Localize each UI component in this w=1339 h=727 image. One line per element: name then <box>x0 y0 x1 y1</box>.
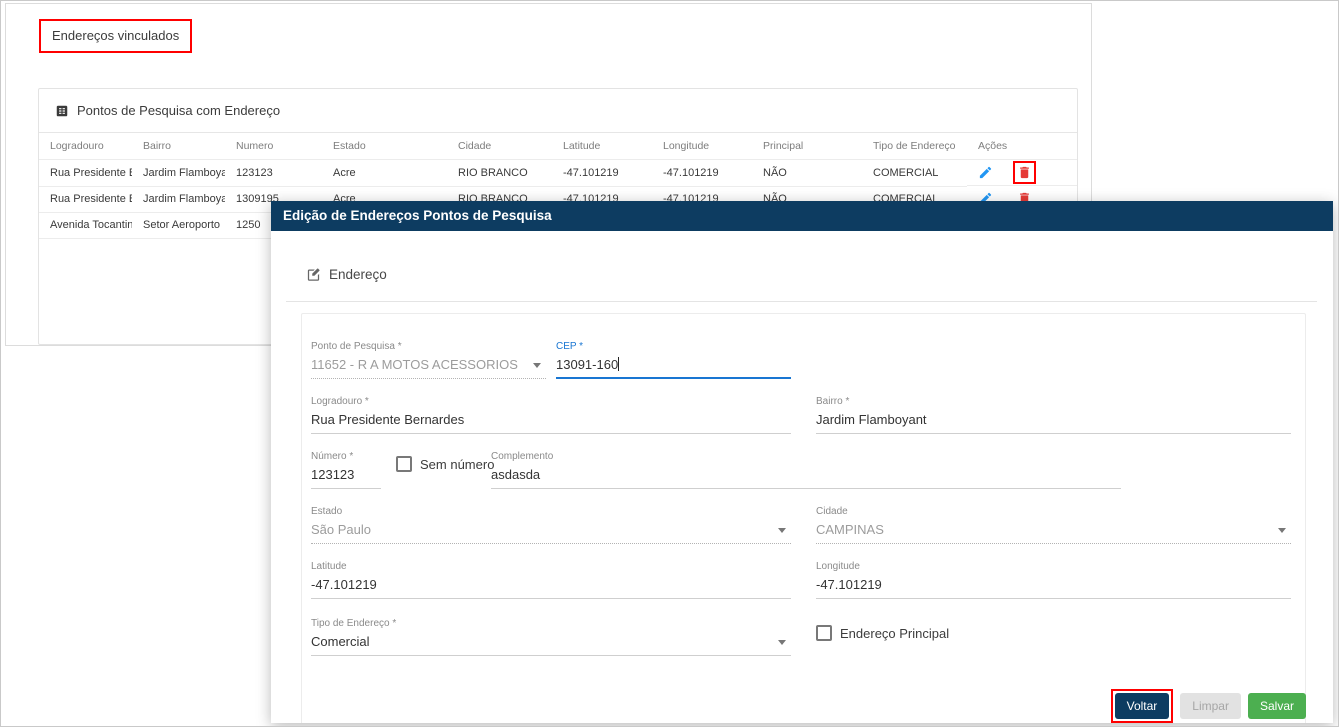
col-principal: Principal <box>752 133 862 160</box>
col-longitude: Longitude <box>652 133 752 160</box>
cell-logradouro: Rua Presidente Bernardes <box>39 186 132 212</box>
edit-address-modal: Edição de Endereços Pontos de Pesquisa E… <box>271 201 1333 723</box>
chevron-down-icon <box>533 363 541 368</box>
longitude-input[interactable]: Longitude -47.101219 <box>816 561 1291 599</box>
salvar-button[interactable]: Salvar <box>1248 693 1306 719</box>
card-title: Pontos de Pesquisa com Endereço <box>77 103 280 118</box>
cell-principal: NÃO <box>752 160 862 187</box>
cell-bairro: Setor Aeroporto <box>132 212 225 238</box>
page-title: Endereços vinculados <box>52 28 179 43</box>
bairro-input[interactable]: Bairro * Jardim Flamboyant <box>816 396 1291 434</box>
field-label: Estado <box>311 506 791 518</box>
list-icon <box>55 104 69 118</box>
field-label: Logradouro * <box>311 396 791 408</box>
field-value: CAMPINAS <box>816 521 1291 538</box>
cell-acoes <box>967 160 1077 186</box>
col-acoes: Ações <box>967 133 1077 160</box>
latitude-input[interactable]: Latitude -47.101219 <box>311 561 791 599</box>
field-value: Comercial <box>311 633 791 650</box>
tipo-endereco-select[interactable]: Tipo de Endereço * Comercial <box>311 618 791 656</box>
annotation-box-page-title: Endereços vinculados <box>39 19 192 53</box>
estado-select[interactable]: Estado São Paulo <box>311 506 791 544</box>
chevron-down-icon <box>778 640 786 645</box>
modal-title: Edição de Endereços Pontos de Pesquisa <box>283 208 552 223</box>
checkbox-label: Endereço Principal <box>840 626 949 641</box>
field-label: Longitude <box>816 561 1291 573</box>
cell-logradouro: Avenida Tocantins <box>39 212 132 238</box>
divider <box>286 301 1317 302</box>
col-numero: Numero <box>225 133 322 160</box>
col-estado: Estado <box>322 133 447 160</box>
field-value: 11652 - R A MOTOS ACESSORIOS <box>311 356 546 373</box>
section-title: Endereço <box>329 267 387 282</box>
endereco-principal-checkbox[interactable] <box>816 625 832 641</box>
cell-latitude: -47.101219 <box>552 160 652 187</box>
cell-bairro: Jardim Flamboyant <box>132 160 225 187</box>
complemento-input[interactable]: Complemento asdasda <box>491 451 1121 489</box>
cell-tipo-endereco: COMERCIAL <box>862 160 967 187</box>
col-logradouro: Logradouro <box>39 133 132 160</box>
field-label: Latitude <box>311 561 791 573</box>
chevron-down-icon <box>1278 528 1286 533</box>
field-label: CEP * <box>556 341 791 353</box>
edit-square-icon <box>306 267 321 282</box>
logradouro-input[interactable]: Logradouro * Rua Presidente Bernardes <box>311 396 791 434</box>
field-label: Ponto de Pesquisa * <box>311 341 546 353</box>
sem-numero-checkbox-row: Sem número <box>396 456 494 472</box>
screen: Endereços vinculados Pontos de Pesquisa … <box>0 0 1339 727</box>
field-value: Jardim Flamboyant <box>816 411 1291 428</box>
col-tipo-endereco: Tipo de Endereço <box>862 133 967 160</box>
cell-cidade: RIO BRANCO <box>447 160 552 187</box>
field-label: Tipo de Endereço * <box>311 618 791 630</box>
ponto-de-pesquisa-select[interactable]: Ponto de Pesquisa * 11652 - R A MOTOS AC… <box>311 341 546 379</box>
voltar-button[interactable]: Voltar <box>1115 693 1170 719</box>
sem-numero-checkbox[interactable] <box>396 456 412 472</box>
delete-icon[interactable] <box>1017 165 1032 180</box>
card-header: Pontos de Pesquisa com Endereço <box>39 89 1077 133</box>
annotation-box-voltar: Voltar <box>1111 689 1174 723</box>
endereco-principal-checkbox-row: Endereço Principal <box>816 625 949 641</box>
cell-logradouro: Rua Presidente Bernardes <box>39 160 132 187</box>
form-buttons: Voltar Limpar Salvar <box>1111 689 1306 723</box>
field-value: São Paulo <box>311 521 791 538</box>
field-label: Complemento <box>491 451 1121 463</box>
cell-estado: Acre <box>322 160 447 187</box>
col-cidade: Cidade <box>447 133 552 160</box>
annotation-box-delete <box>1013 161 1036 184</box>
section-header: Endereço <box>306 267 387 282</box>
field-value: 123123 <box>311 466 381 483</box>
table-header-row: Logradouro Bairro Numero Estado Cidade L… <box>39 133 1077 160</box>
checkbox-label: Sem número <box>420 457 494 472</box>
field-value: asdasda <box>491 466 1121 483</box>
cell-numero: 123123 <box>225 160 322 187</box>
field-value: -47.101219 <box>816 576 1291 593</box>
modal-header: Edição de Endereços Pontos de Pesquisa <box>271 201 1333 231</box>
field-value: -47.101219 <box>311 576 791 593</box>
field-value: Rua Presidente Bernardes <box>311 411 791 428</box>
field-label: Número * <box>311 451 381 463</box>
col-bairro: Bairro <box>132 133 225 160</box>
numero-input[interactable]: Número * 123123 <box>311 451 381 489</box>
cell-longitude: -47.101219 <box>652 160 752 187</box>
chevron-down-icon <box>778 528 786 533</box>
cep-input[interactable]: CEP * 13091-160 <box>556 341 791 379</box>
col-latitude: Latitude <box>552 133 652 160</box>
cell-bairro: Jardim Flamboyant <box>132 186 225 212</box>
field-value: 13091-160 <box>556 356 791 373</box>
text-cursor <box>618 357 619 371</box>
limpar-button[interactable]: Limpar <box>1180 693 1241 719</box>
cidade-select[interactable]: Cidade CAMPINAS <box>816 506 1291 544</box>
field-label: Cidade <box>816 506 1291 518</box>
edit-icon[interactable] <box>978 165 993 180</box>
field-label: Bairro * <box>816 396 1291 408</box>
table-row: Rua Presidente Bernardes Jardim Flamboya… <box>39 160 1077 187</box>
